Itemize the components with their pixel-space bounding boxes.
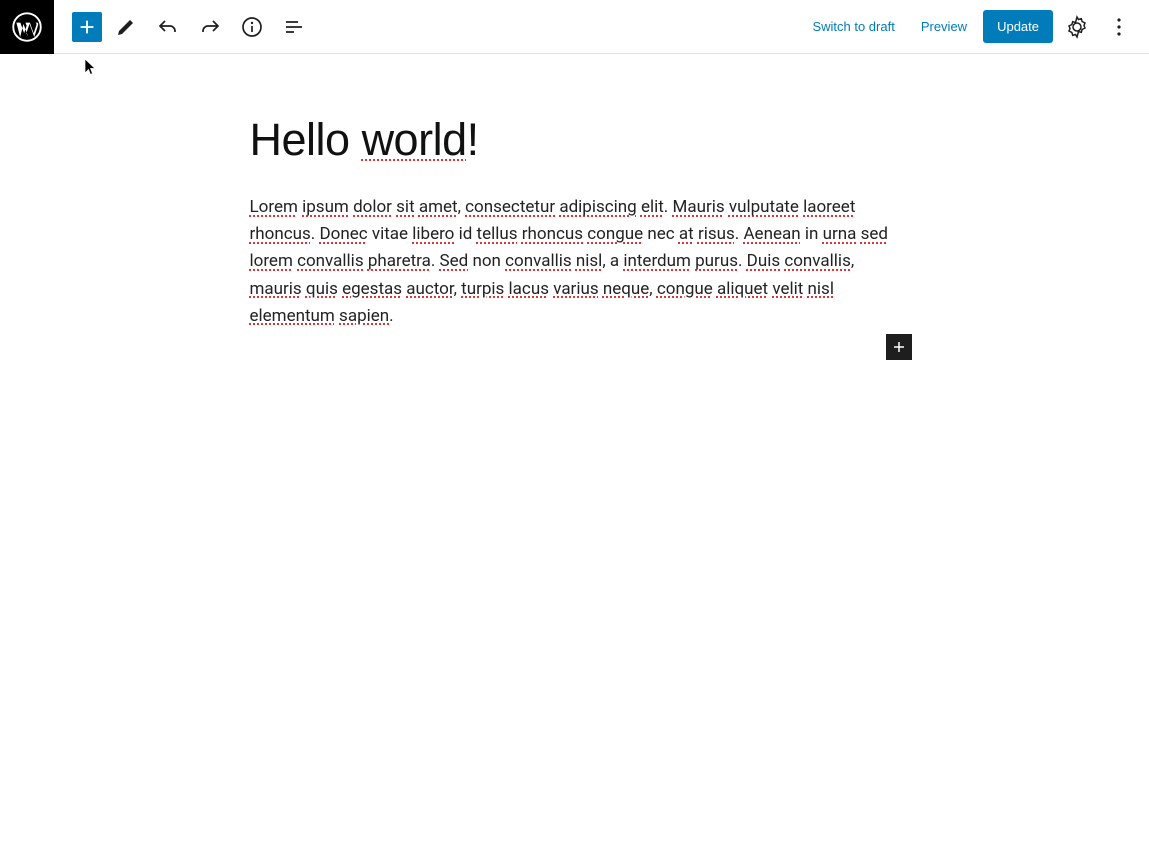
toolbar-right: Switch to draft Preview Update bbox=[802, 9, 1149, 45]
gear-icon bbox=[1065, 15, 1089, 39]
redo-icon bbox=[198, 15, 222, 39]
preview-button[interactable]: Preview bbox=[911, 13, 977, 40]
add-block-button[interactable] bbox=[886, 334, 912, 360]
switch-to-draft-button[interactable]: Switch to draft bbox=[802, 13, 904, 40]
undo-button[interactable] bbox=[150, 9, 186, 45]
redo-button[interactable] bbox=[192, 9, 228, 45]
info-icon bbox=[240, 15, 264, 39]
pencil-icon bbox=[114, 15, 138, 39]
tools-button[interactable] bbox=[108, 9, 144, 45]
toggle-block-inserter-button[interactable] bbox=[72, 12, 102, 42]
update-button[interactable]: Update bbox=[983, 10, 1053, 43]
title-text-suffix: ! bbox=[467, 114, 479, 165]
details-button[interactable] bbox=[234, 9, 270, 45]
wordpress-icon bbox=[12, 12, 42, 42]
wordpress-logo[interactable] bbox=[0, 0, 54, 54]
options-button[interactable] bbox=[1101, 9, 1137, 45]
title-text: Hello bbox=[250, 114, 362, 165]
plus-icon bbox=[76, 16, 98, 38]
list-view-icon bbox=[282, 15, 306, 39]
toolbar-left bbox=[54, 9, 312, 45]
undo-icon bbox=[156, 15, 180, 39]
post-paragraph[interactable]: Lorem ipsum dolor sit amet, consectetur … bbox=[250, 194, 900, 330]
outline-button[interactable] bbox=[276, 9, 312, 45]
more-vertical-icon bbox=[1107, 15, 1131, 39]
post-title[interactable]: Hello world! bbox=[250, 114, 900, 166]
mouse-cursor-icon bbox=[84, 58, 98, 76]
plus-icon bbox=[889, 337, 909, 357]
editor-content: Hello world! Lorem ipsum dolor sit amet,… bbox=[250, 114, 900, 330]
title-spell-word: world bbox=[362, 114, 467, 165]
editor-topbar: Switch to draft Preview Update bbox=[0, 0, 1149, 54]
settings-button[interactable] bbox=[1059, 9, 1095, 45]
